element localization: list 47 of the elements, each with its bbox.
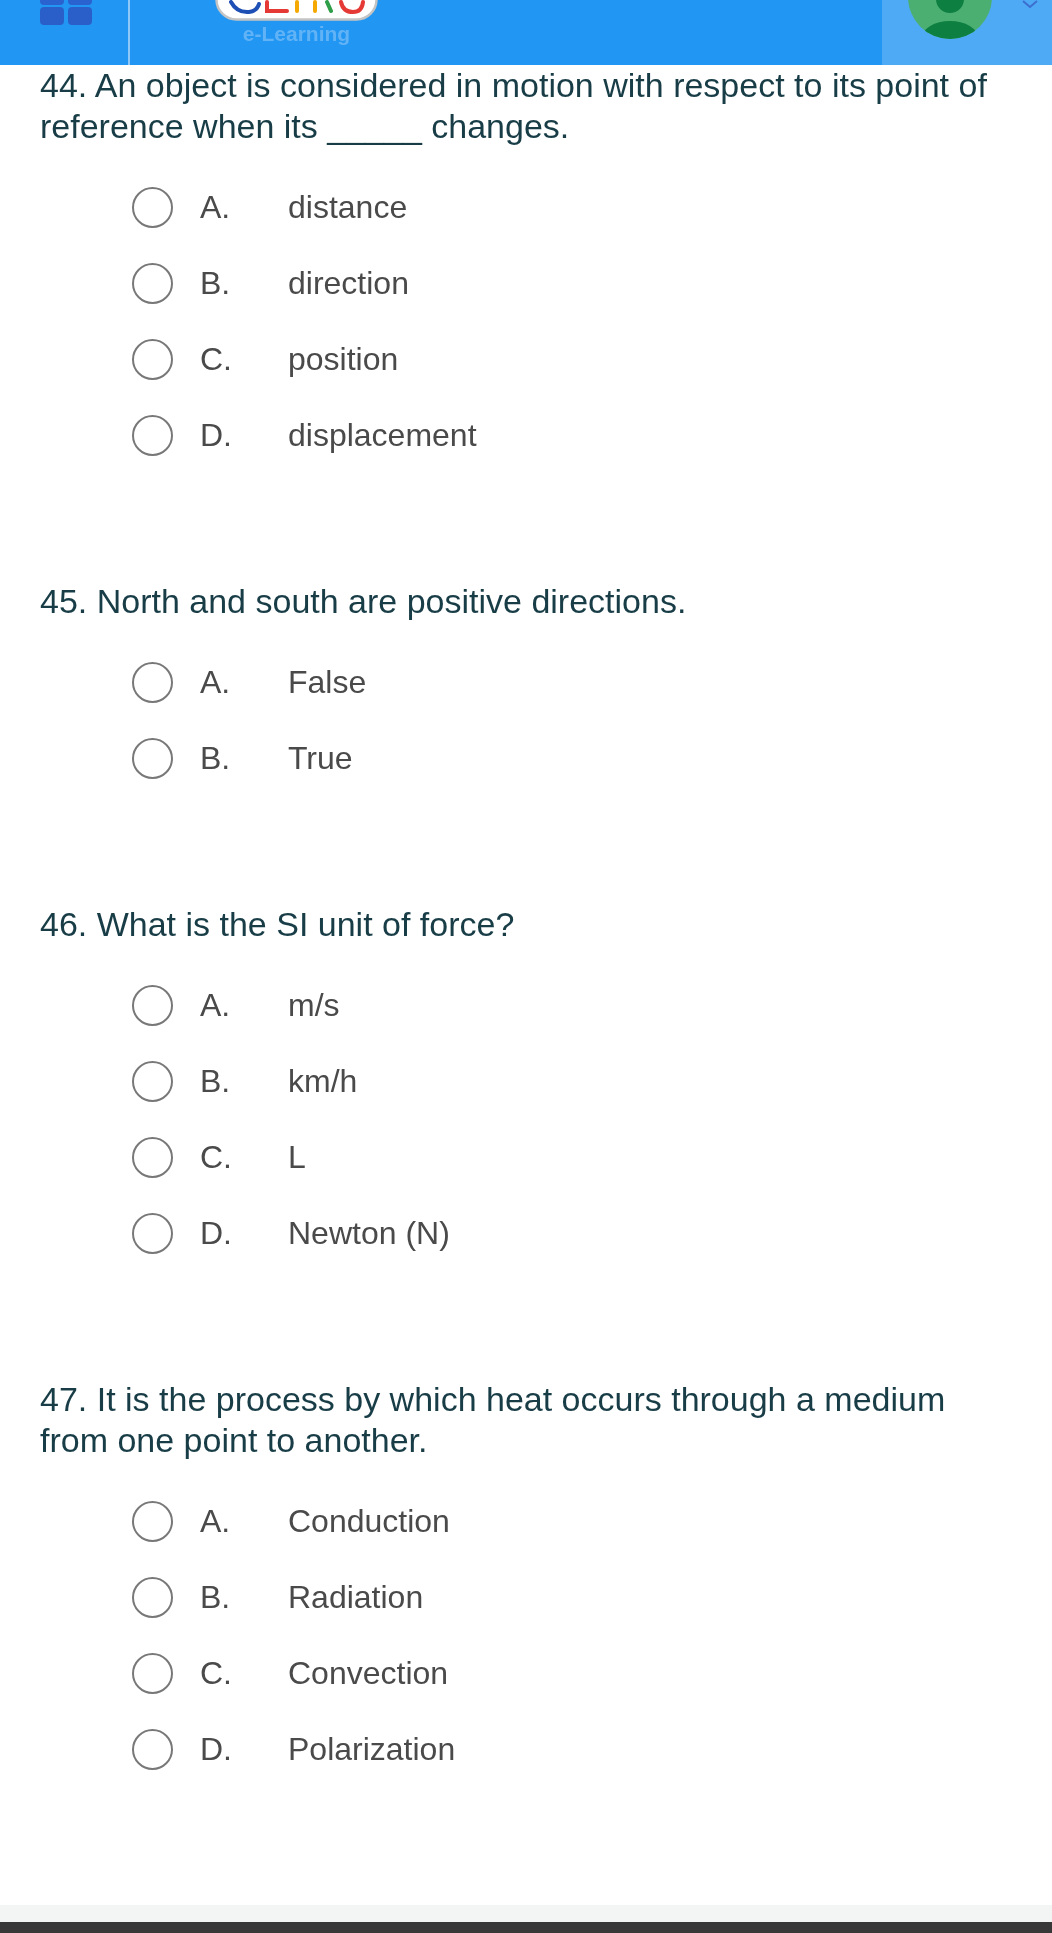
option-label: m/s [288,986,340,1024]
radio-button[interactable] [132,186,173,228]
option-letter: D. [200,416,233,454]
radio-button[interactable] [132,1500,173,1542]
radio-button[interactable] [132,1652,173,1694]
option-label: distance [288,188,408,226]
option-letter: B. [200,1578,232,1616]
option-letter: D. [200,1730,233,1768]
option-label: direction [288,264,409,302]
radio-button[interactable] [132,414,173,456]
option-label: Polarization [288,1730,456,1768]
radio-button[interactable] [132,661,173,703]
radio-button[interactable] [132,338,173,380]
option-letter: D. [200,1214,233,1252]
radio-button[interactable] [132,262,173,304]
option-letter: C. [200,340,233,378]
radio-button[interactable] [132,1728,173,1770]
radio-button[interactable] [132,1136,173,1178]
option-letter: C. [200,1138,233,1176]
option-label: Radiation [288,1578,424,1616]
question-text: 45. North and south are positive directions. [40,581,688,622]
radio-button[interactable] [132,1576,173,1618]
question-text: 47. It is the process by which heat occurs through a medium from one point to another. [40,1379,947,1461]
option-label: Newton (N) [288,1214,450,1252]
question-text: 46. What is the SI unit of force? [40,904,516,945]
option-label: Convection [288,1654,449,1692]
option-letter: C. [200,1654,233,1692]
option-label: km/h [288,1062,358,1100]
option-letter: B. [200,739,232,777]
option-letter: B. [200,1062,232,1100]
logo-subtitle: e-Learning [242,21,351,47]
option-letter: A. [200,986,232,1024]
option-letter: A. [200,188,232,226]
option-label: position [288,340,399,378]
option-label: L [288,1138,306,1176]
radio-button[interactable] [132,1212,173,1254]
option-label: displacement [288,416,477,454]
option-label: False [288,663,367,701]
option-label: True [288,739,353,777]
option-letter: A. [200,1502,232,1540]
option-letter: B. [200,264,232,302]
radio-button[interactable] [132,1060,173,1102]
option-label: Conduction [288,1502,450,1540]
question-text: 44. An object is considered in motion with respect to its point of reference when its _____ changes. [40,65,988,147]
option-letter: A. [200,663,232,701]
radio-button[interactable] [132,737,173,779]
radio-button[interactable] [132,984,173,1026]
